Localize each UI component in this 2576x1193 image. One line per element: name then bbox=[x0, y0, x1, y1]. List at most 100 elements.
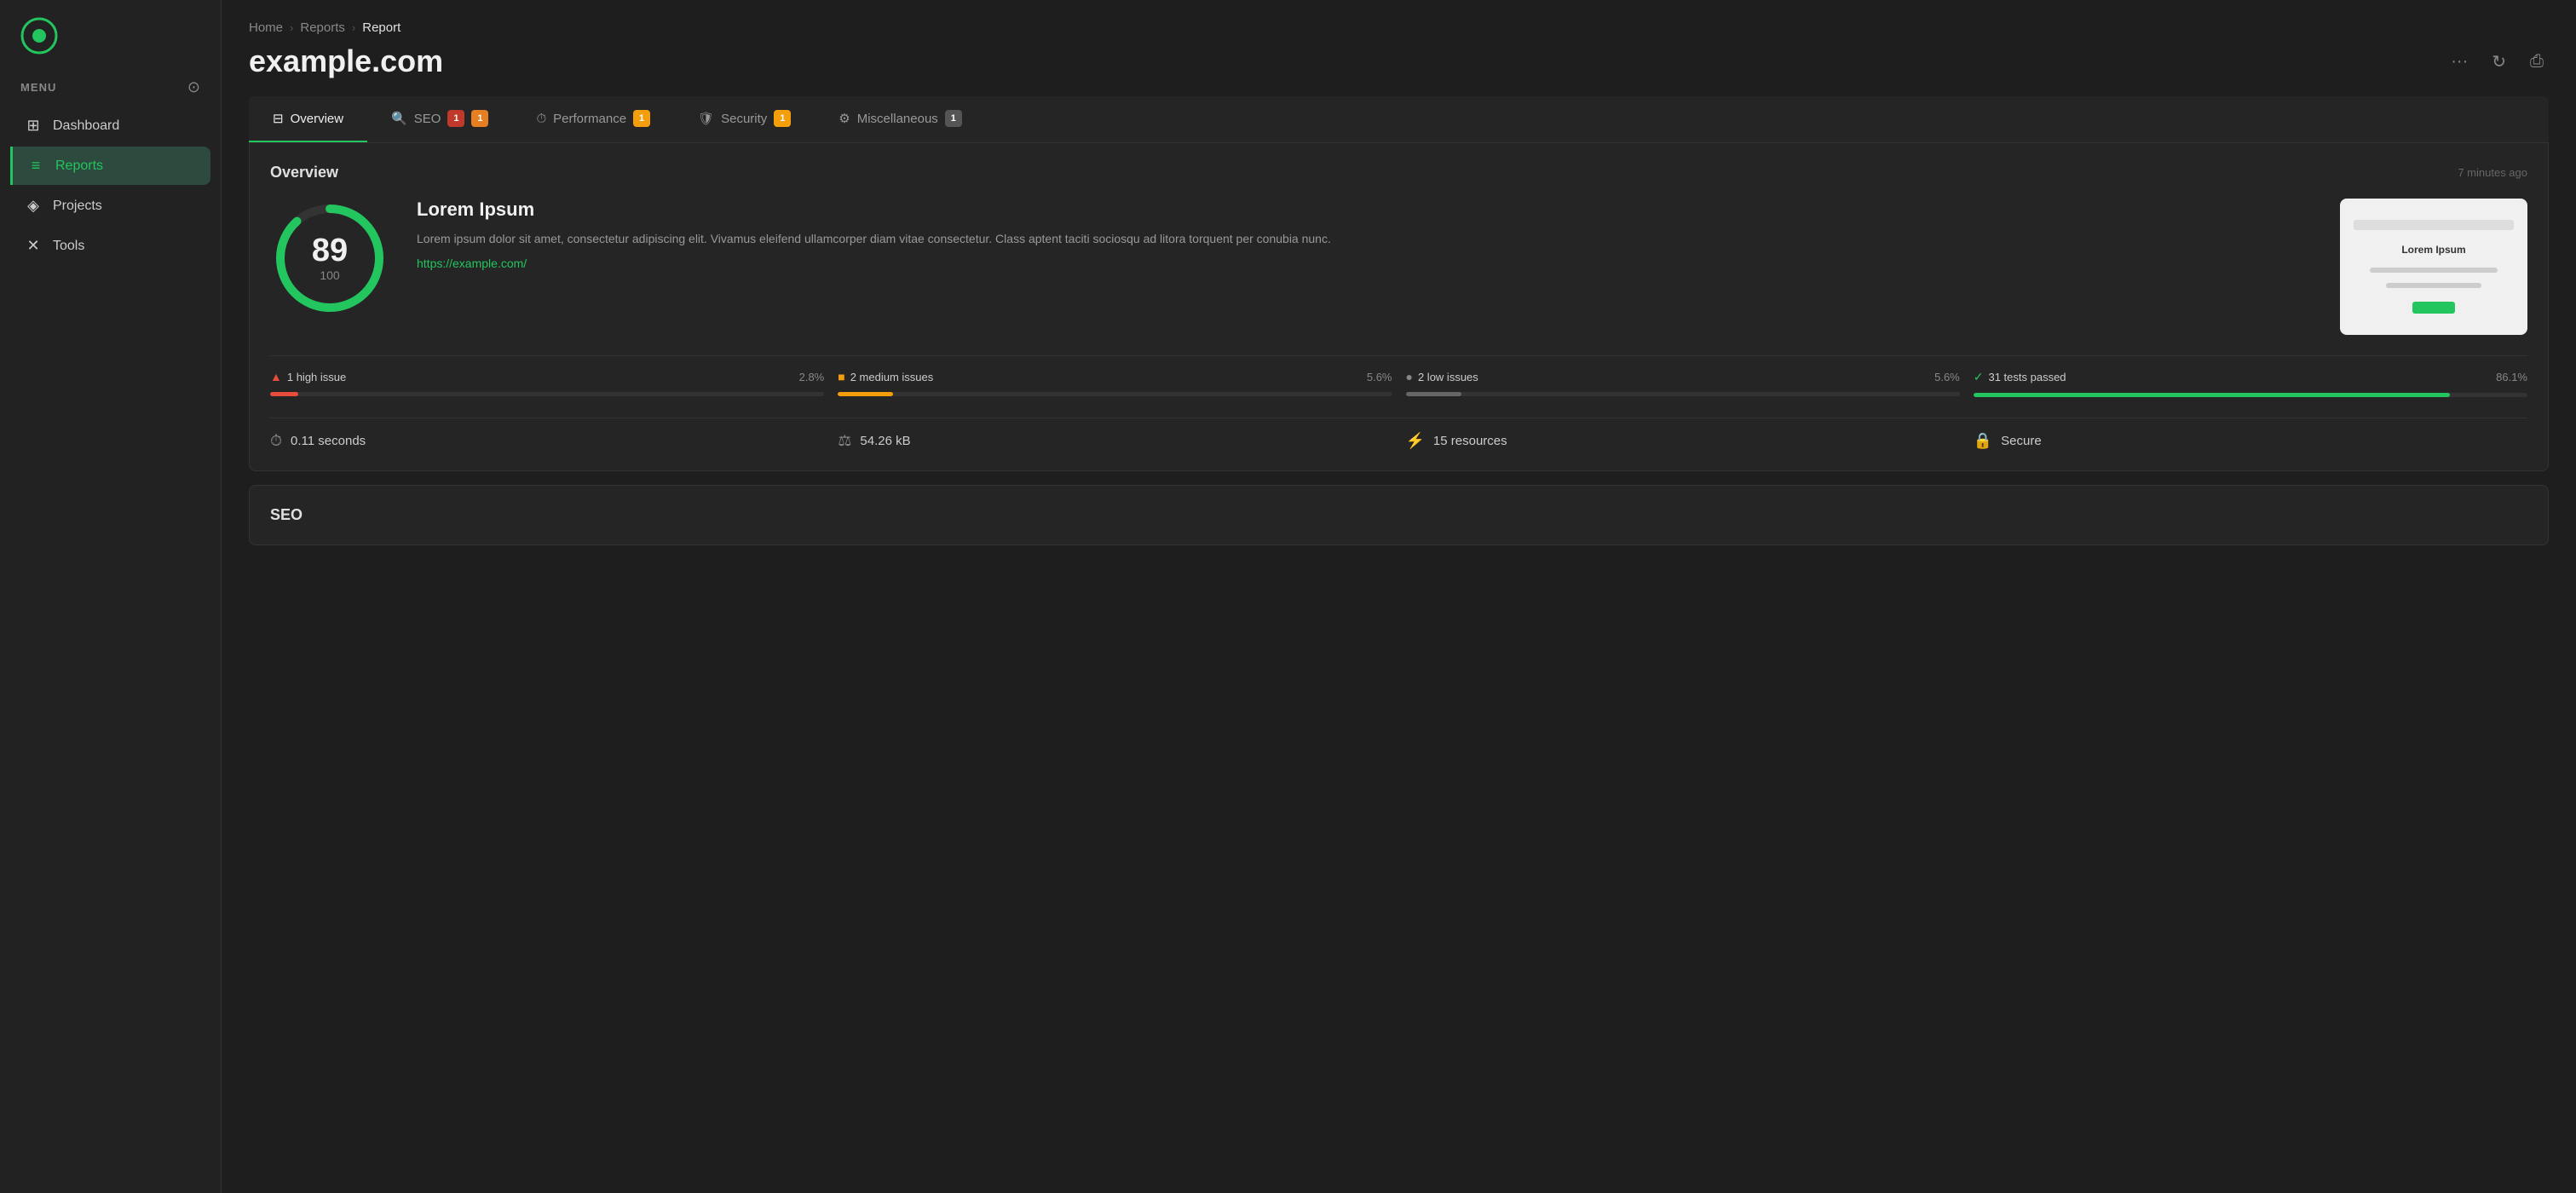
breadcrumb-home[interactable]: Home bbox=[249, 20, 283, 35]
issue-medium-label: ■ 2 medium issues bbox=[838, 370, 933, 383]
more-options-button[interactable]: ··· bbox=[2446, 47, 2473, 77]
overview-panel: Overview 7 minutes ago 89 100 Lorem Ipsu… bbox=[249, 143, 2549, 471]
security-badge: 1 bbox=[774, 110, 791, 127]
sidebar-item-label: Dashboard bbox=[53, 118, 119, 134]
tab-seo[interactable]: 🔍 SEO 1 1 bbox=[367, 96, 512, 142]
medium-issue-bar-container bbox=[838, 392, 1392, 396]
resources-stat-value: 15 resources bbox=[1433, 434, 1507, 448]
issue-medium-label-row: ■ 2 medium issues 5.6% bbox=[838, 370, 1392, 383]
security-tab-label: Security bbox=[721, 112, 767, 126]
issue-high-label: ▲ 1 high issue bbox=[270, 370, 346, 383]
seo-badge-1: 1 bbox=[447, 110, 464, 127]
sidebar-item-dashboard[interactable]: ⊞ Dashboard bbox=[10, 107, 210, 145]
preview-button bbox=[2412, 302, 2455, 314]
overview-panel-header: Overview 7 minutes ago bbox=[270, 164, 2527, 182]
page-title: example.com bbox=[249, 43, 443, 79]
page-header: example.com ··· ↻ ⎙ bbox=[249, 43, 2549, 79]
sidebar-item-label: Tools bbox=[53, 239, 84, 254]
score-total: 100 bbox=[312, 268, 348, 282]
high-issue-text: 1 high issue bbox=[287, 371, 346, 383]
sidebar-item-projects[interactable]: ◈ Projects bbox=[10, 187, 210, 225]
high-issue-bar bbox=[270, 392, 298, 396]
security-stat-icon: 🔒 bbox=[1974, 432, 1992, 450]
overview-content: 89 100 Lorem Ipsum Lorem ipsum dolor sit… bbox=[270, 199, 2527, 335]
overview-panel-title: Overview bbox=[270, 164, 338, 182]
issue-low-label: ● 2 low issues bbox=[1406, 370, 1478, 383]
issue-medium: ■ 2 medium issues 5.6% bbox=[838, 370, 1392, 397]
low-issue-bar-container bbox=[1406, 392, 1960, 396]
print-button[interactable]: ⎙ bbox=[2525, 47, 2549, 77]
issue-high-label-row: ▲ 1 high issue 2.8% bbox=[270, 370, 824, 383]
stat-security: 🔒 Secure bbox=[1974, 432, 2527, 450]
low-issue-icon: ● bbox=[1406, 370, 1413, 383]
seo-tab-icon: 🔍 bbox=[391, 111, 407, 126]
medium-issue-percent: 5.6% bbox=[1367, 371, 1392, 383]
preview-line-2 bbox=[2386, 283, 2482, 288]
stats-row: ⏱ 0.11 seconds ⚖ 54.26 kB ⚡ 15 resources… bbox=[270, 418, 2527, 450]
tab-security[interactable]: 🛡 Security 1 bbox=[674, 96, 815, 142]
miscellaneous-tab-icon: ⚙ bbox=[838, 111, 850, 126]
overview-tab-icon: ⊟ bbox=[273, 111, 284, 126]
low-issue-bar bbox=[1406, 392, 1461, 396]
score-center: 89 100 bbox=[312, 234, 348, 282]
preview-title: Lorem Ipsum bbox=[2401, 244, 2465, 256]
medium-issue-text: 2 medium issues bbox=[850, 371, 934, 383]
breadcrumb-report: Report bbox=[362, 20, 401, 35]
high-issue-bar-container bbox=[270, 392, 824, 396]
issue-passed-label-row: ✓ 31 tests passed 86.1% bbox=[1974, 370, 2527, 384]
tab-overview[interactable]: ⊟ Overview bbox=[249, 96, 367, 142]
refresh-button[interactable]: ↻ bbox=[2487, 46, 2511, 78]
overview-site-title: Lorem Ipsum bbox=[417, 199, 2313, 221]
size-stat-icon: ⚖ bbox=[838, 432, 851, 450]
breadcrumb-reports[interactable]: Reports bbox=[300, 20, 345, 35]
low-issue-text: 2 low issues bbox=[1418, 371, 1478, 383]
passed-issue-percent: 86.1% bbox=[2496, 371, 2527, 383]
overview-site-link[interactable]: https://example.com/ bbox=[417, 256, 527, 270]
overview-panel-time: 7 minutes ago bbox=[2458, 166, 2527, 179]
issues-row: ▲ 1 high issue 2.8% ■ 2 medium issues 5.… bbox=[270, 355, 2527, 397]
tab-performance[interactable]: ⏱ Performance 1 bbox=[512, 96, 674, 142]
sidebar-menu-header: MENU ⊙ bbox=[0, 72, 221, 107]
preview-line-1 bbox=[2370, 268, 2498, 273]
stat-size: ⚖ 54.26 kB bbox=[838, 432, 1392, 450]
high-issue-icon: ▲ bbox=[270, 370, 282, 383]
seo-tab-label: SEO bbox=[414, 112, 441, 126]
sidebar: MENU ⊙ ⊞ Dashboard ≡ Reports ◈ Projects … bbox=[0, 0, 222, 1193]
security-stat-value: Secure bbox=[2001, 434, 2042, 448]
tab-miscellaneous[interactable]: ⚙ Miscellaneous 1 bbox=[815, 96, 986, 142]
overview-tab-label: Overview bbox=[291, 112, 344, 126]
performance-tab-icon: ⏱ bbox=[536, 112, 546, 126]
high-issue-percent: 2.8% bbox=[799, 371, 825, 383]
performance-tab-label: Performance bbox=[553, 112, 626, 126]
issue-passed-label: ✓ 31 tests passed bbox=[1974, 370, 2066, 384]
time-stat-icon: ⏱ bbox=[270, 432, 282, 450]
passed-issue-bar bbox=[1974, 393, 2450, 397]
seo-badge-2: 1 bbox=[471, 110, 488, 127]
medium-issue-bar bbox=[838, 392, 893, 396]
sidebar-item-tools[interactable]: ✕ Tools bbox=[10, 227, 210, 265]
sidebar-navigation: ⊞ Dashboard ≡ Reports ◈ Projects ✕ Tools bbox=[0, 107, 221, 267]
sidebar-item-label: Projects bbox=[53, 199, 102, 214]
security-tab-icon: 🛡 bbox=[698, 111, 714, 126]
issue-low-label-row: ● 2 low issues 5.6% bbox=[1406, 370, 1960, 383]
header-actions: ··· ↻ ⎙ bbox=[2446, 46, 2549, 78]
stat-resources: ⚡ 15 resources bbox=[1406, 432, 1960, 450]
issue-passed: ✓ 31 tests passed 86.1% bbox=[1974, 370, 2527, 397]
medium-issue-icon: ■ bbox=[838, 370, 844, 383]
overview-description: Lorem ipsum dolor sit amet, consectetur … bbox=[417, 229, 2313, 248]
site-preview-thumbnail: Lorem Ipsum bbox=[2340, 199, 2527, 335]
passed-issue-text: 31 tests passed bbox=[1988, 371, 2066, 383]
app-logo-icon bbox=[20, 17, 58, 55]
settings-icon[interactable]: ⊙ bbox=[187, 78, 200, 96]
breadcrumb-sep-1: › bbox=[290, 21, 293, 34]
score-number: 89 bbox=[312, 234, 348, 267]
reports-icon: ≡ bbox=[26, 157, 45, 175]
projects-icon: ◈ bbox=[24, 197, 43, 215]
sidebar-item-reports[interactable]: ≡ Reports bbox=[10, 147, 210, 185]
tools-icon: ✕ bbox=[24, 237, 43, 255]
issue-low: ● 2 low issues 5.6% bbox=[1406, 370, 1960, 397]
dashboard-icon: ⊞ bbox=[24, 117, 43, 135]
passed-issue-bar-container bbox=[1974, 393, 2527, 397]
stat-time: ⏱ 0.11 seconds bbox=[270, 432, 824, 450]
low-issue-percent: 5.6% bbox=[1934, 371, 1960, 383]
